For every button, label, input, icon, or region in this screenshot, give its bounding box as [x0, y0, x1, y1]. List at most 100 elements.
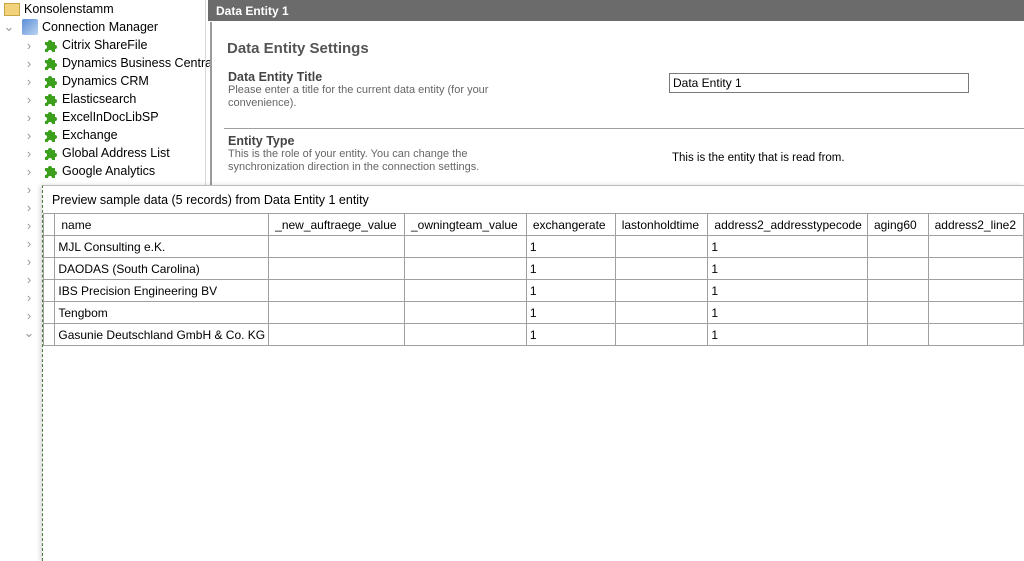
entity-type-description: This is the role of your entity. You can…	[228, 148, 480, 173]
chevron-right-icon[interactable]: ›	[24, 54, 34, 72]
puzzle-icon	[42, 163, 58, 179]
table-cell[interactable]: 1	[707, 257, 868, 280]
tree-node-connection[interactable]: Dynamics CRM	[42, 72, 149, 90]
table-cell[interactable]	[866, 279, 929, 302]
tree-node-connection[interactable]: Citrix ShareFile	[42, 36, 147, 54]
table-cell[interactable]: Tengbom	[54, 301, 270, 324]
tree-node-root[interactable]: Konsolenstamm	[4, 0, 114, 18]
table-cell[interactable]	[927, 235, 1024, 258]
table-row[interactable]: Gasunie Deutschland GmbH & Co. KG 1 1	[42, 323, 1024, 346]
preview-dialog: Preview sample data (5 records) from Dat…	[42, 185, 1024, 561]
table-cell[interactable]: 1	[707, 301, 868, 324]
chevron-right-icon[interactable]: ›	[24, 252, 34, 270]
column-header[interactable]: _new_auftraege_value	[268, 213, 405, 236]
chevron-right-icon[interactable]: ›	[24, 306, 34, 324]
table-row[interactable]: DAODAS (South Carolina) 1 1	[42, 257, 1024, 280]
tree-node-connection[interactable]: ExcelInDocLibSP	[42, 108, 159, 126]
tree-node-connection[interactable]: Google Analytics	[42, 162, 155, 180]
table-cell[interactable]	[403, 235, 527, 258]
data-entity-title-input[interactable]: Data Entity 1	[669, 73, 969, 93]
row-header[interactable]	[42, 301, 56, 324]
row-header[interactable]	[42, 323, 56, 346]
table-cell[interactable]: Gasunie Deutschland GmbH & Co. KG	[54, 323, 270, 346]
chevron-right-icon[interactable]: ›	[24, 108, 34, 126]
row-header[interactable]	[42, 235, 56, 258]
table-cell[interactable]: 1	[707, 235, 868, 258]
table-cell[interactable]	[866, 301, 929, 324]
table-cell[interactable]	[614, 301, 709, 324]
preview-grid: name _new_auftraege_value _owningteam_valu…	[42, 213, 1024, 346]
table-cell[interactable]	[614, 235, 709, 258]
table-cell[interactable]	[614, 257, 709, 280]
column-header[interactable]: lastonholdtime	[614, 213, 709, 236]
chevron-right-icon[interactable]: ›	[24, 288, 34, 306]
tree-node-connection[interactable]: Elasticsearch	[42, 90, 136, 108]
table-cell[interactable]	[268, 235, 405, 258]
column-header[interactable]: address2_line2	[927, 213, 1024, 236]
tree-node-connection[interactable]: Exchange	[42, 126, 118, 144]
chevron-right-icon[interactable]: ›	[24, 234, 34, 252]
chevron-right-icon[interactable]: ›	[24, 90, 34, 108]
title-description: Please enter a title for the current dat…	[228, 84, 489, 109]
chevron-down-icon[interactable]: ⌄	[4, 18, 15, 36]
column-header[interactable]: name	[54, 213, 270, 236]
table-cell[interactable]: 1	[525, 279, 616, 302]
chevron-right-icon[interactable]: ›	[24, 216, 34, 234]
column-header[interactable]: exchangerate	[525, 213, 616, 236]
chevron-right-icon[interactable]: ›	[24, 36, 34, 54]
table-cell[interactable]: 1	[707, 279, 868, 302]
divider	[224, 128, 1024, 129]
table-cell[interactable]: 1	[707, 323, 868, 346]
table-cell[interactable]	[403, 279, 527, 302]
puzzle-icon	[42, 37, 58, 53]
column-header[interactable]: _owningteam_value	[403, 213, 527, 236]
chevron-right-icon[interactable]: ›	[24, 180, 34, 198]
table-cell[interactable]	[268, 257, 405, 280]
chevron-right-icon[interactable]: ›	[24, 162, 34, 180]
chevron-down-icon[interactable]: ⌄	[24, 324, 35, 342]
table-cell[interactable]: 1	[525, 257, 616, 280]
table-cell[interactable]	[927, 279, 1024, 302]
chevron-right-icon[interactable]: ›	[24, 198, 34, 216]
chevron-right-icon[interactable]: ›	[24, 270, 34, 288]
table-cell[interactable]: 1	[525, 235, 616, 258]
table-cell[interactable]	[614, 279, 709, 302]
column-header[interactable]: address2_addresstypecode	[707, 213, 868, 236]
table-cell[interactable]	[866, 323, 929, 346]
folder-icon	[4, 2, 20, 16]
table-row[interactable]: Tengbom 1 1	[42, 301, 1024, 324]
table-cell[interactable]	[927, 323, 1024, 346]
section-heading: Data Entity Settings	[227, 40, 369, 57]
table-cell[interactable]: 1	[525, 301, 616, 324]
table-cell[interactable]	[268, 323, 405, 346]
table-row[interactable]: MJL Consulting e.K. 1 1	[42, 235, 1024, 258]
table-cell[interactable]: MJL Consulting e.K.	[54, 235, 270, 258]
table-cell[interactable]	[927, 257, 1024, 280]
puzzle-icon	[42, 127, 58, 143]
table-cell[interactable]	[866, 257, 929, 280]
table-cell[interactable]: DAODAS (South Carolina)	[54, 257, 270, 280]
table-cell[interactable]	[403, 301, 527, 324]
puzzle-icon	[42, 73, 58, 89]
row-header[interactable]	[42, 279, 56, 302]
chevron-right-icon[interactable]: ›	[24, 144, 34, 162]
table-cell[interactable]	[268, 279, 405, 302]
table-cell[interactable]	[866, 235, 929, 258]
tree-node-connection[interactable]: Dynamics Business Central	[42, 54, 215, 72]
table-cell[interactable]	[927, 301, 1024, 324]
table-cell[interactable]	[614, 323, 709, 346]
chevron-right-icon[interactable]: ›	[24, 126, 34, 144]
tree-node-connection-manager[interactable]: Connection Manager	[22, 18, 158, 36]
table-cell[interactable]: IBS Precision Engineering BV	[54, 279, 270, 302]
table-cell[interactable]: 1	[525, 323, 616, 346]
table-cell[interactable]	[403, 323, 527, 346]
table-cell[interactable]	[268, 301, 405, 324]
chevron-right-icon[interactable]: ›	[24, 72, 34, 90]
table-cell[interactable]	[403, 257, 527, 280]
tree-node-connection[interactable]: Global Address List	[42, 144, 170, 162]
column-header[interactable]: aging60	[866, 213, 929, 236]
table-row[interactable]: IBS Precision Engineering BV 1 1	[42, 279, 1024, 302]
puzzle-icon	[42, 91, 58, 107]
connection-manager-icon	[22, 19, 38, 35]
row-header[interactable]	[42, 257, 56, 280]
